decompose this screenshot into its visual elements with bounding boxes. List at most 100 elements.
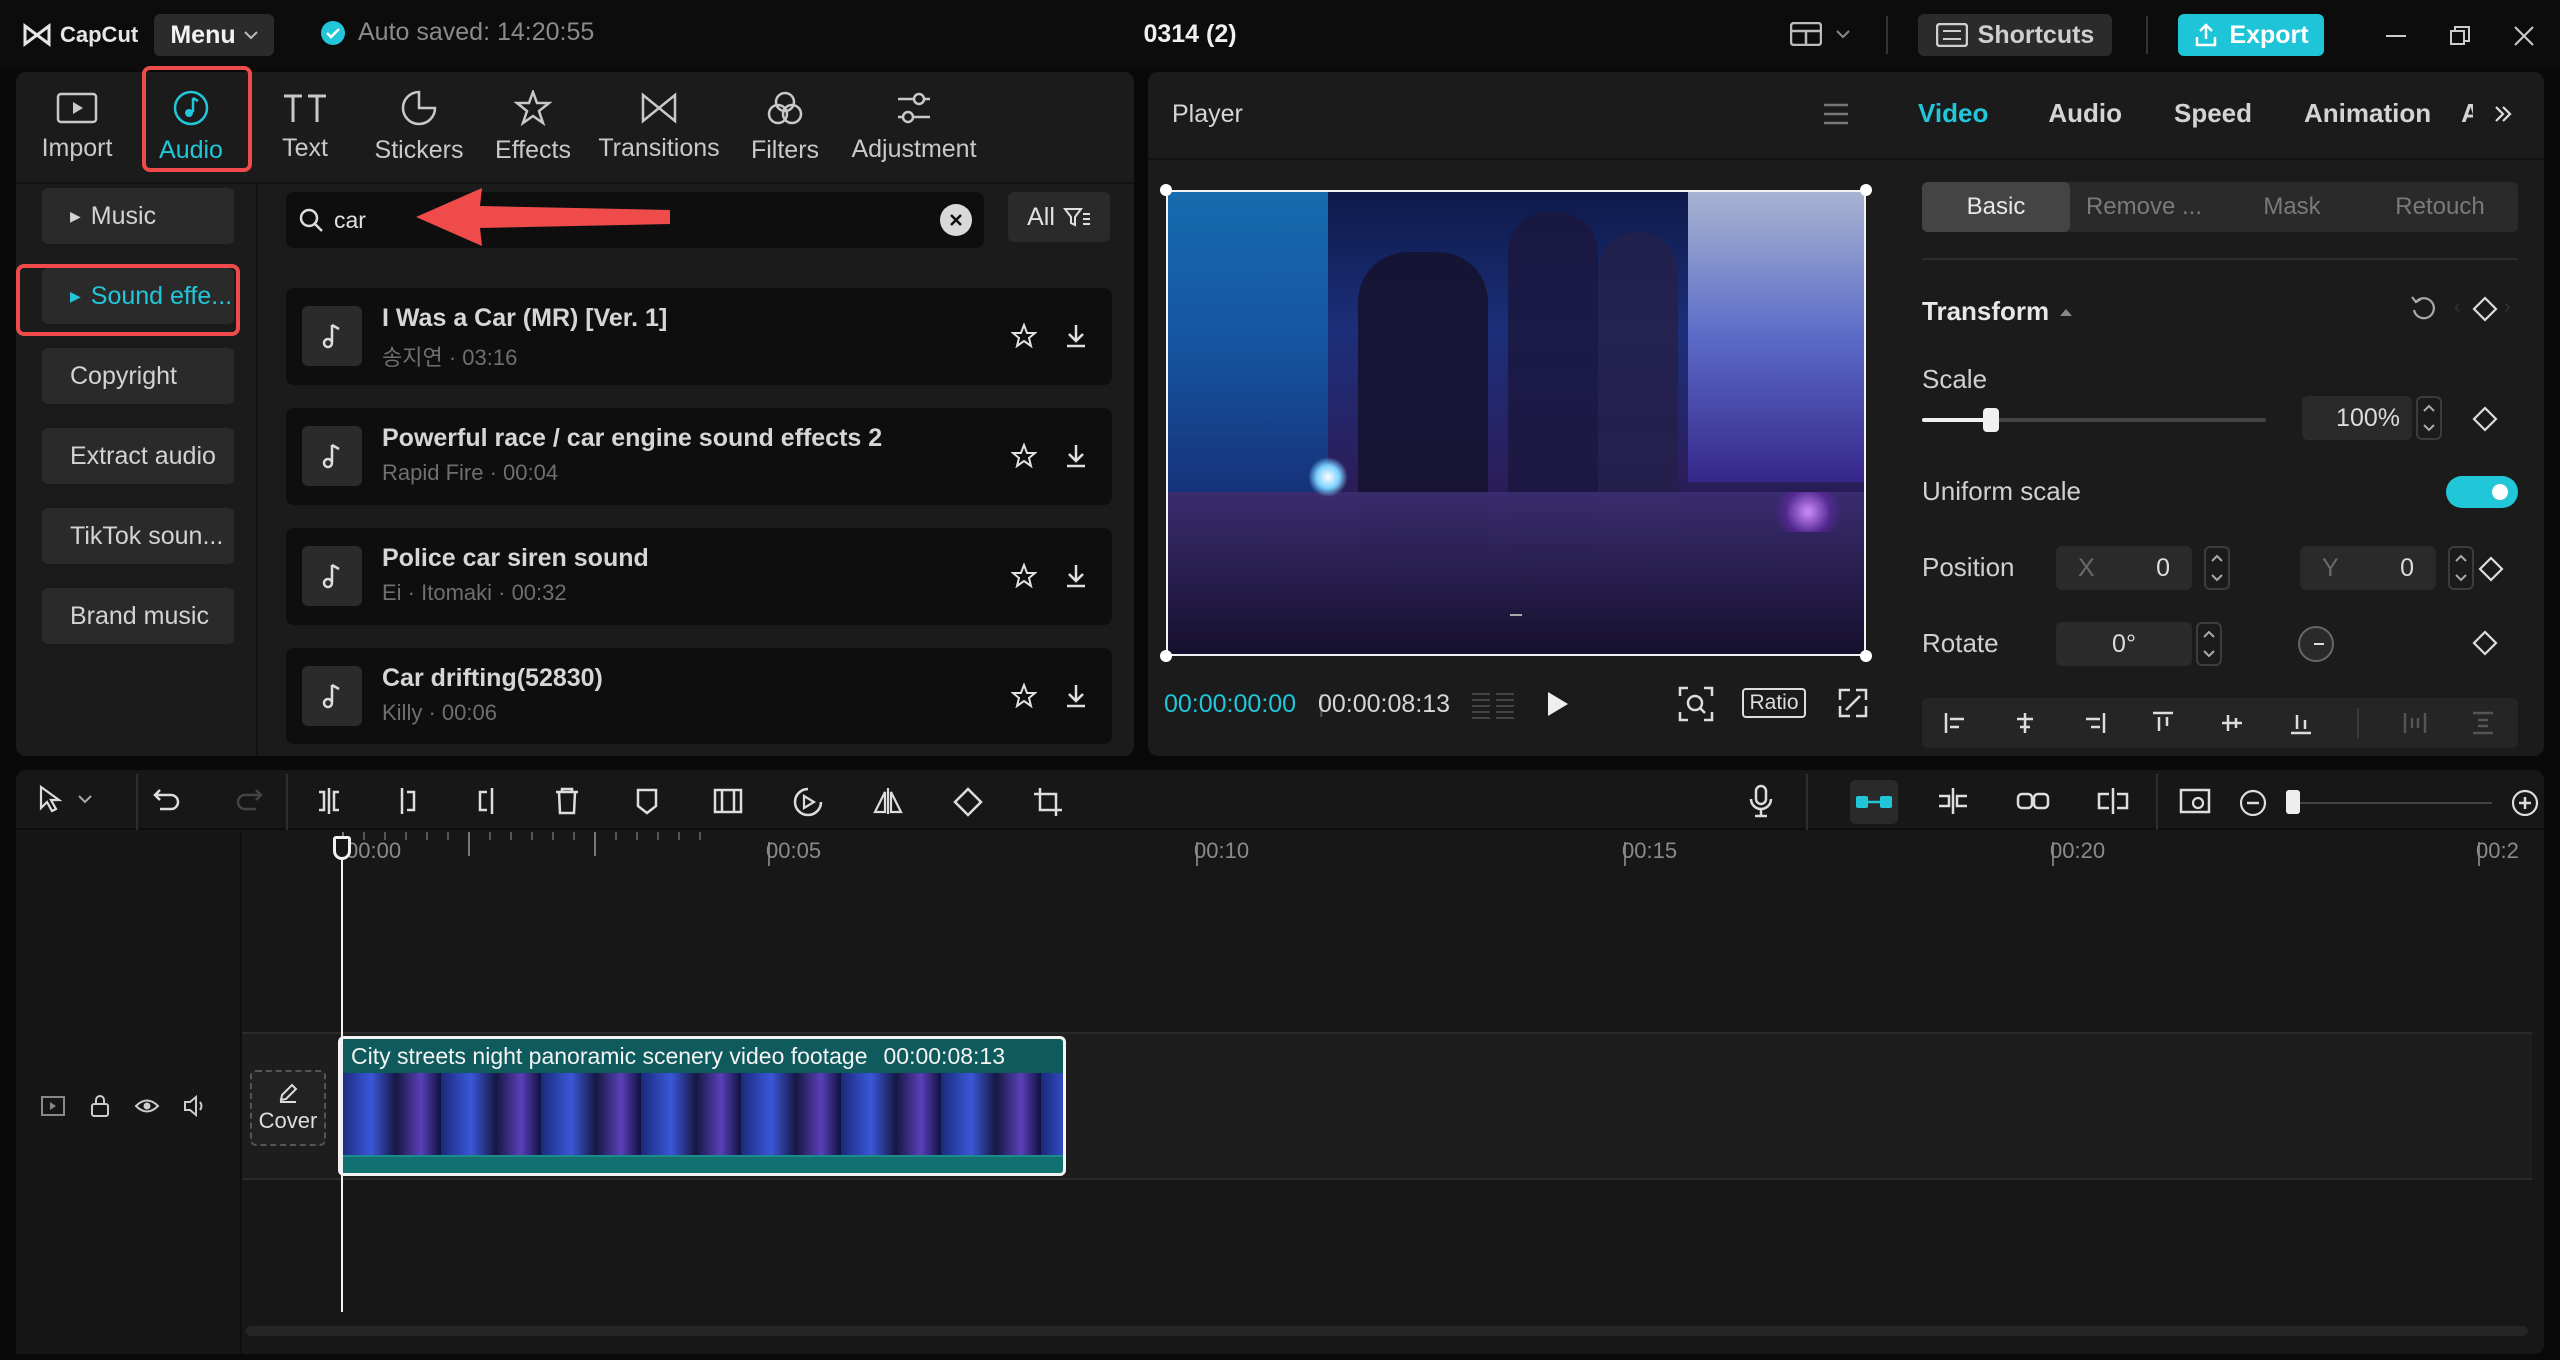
restore-icon[interactable]	[2438, 14, 2482, 58]
minimize-icon[interactable]	[2374, 14, 2418, 58]
rotate-dial[interactable]	[2298, 626, 2334, 662]
subtab-remove[interactable]: Remove ...	[2070, 193, 2218, 221]
subtab-retouch[interactable]: Retouch	[2366, 193, 2514, 221]
keyframe-diamond-icon[interactable]	[2472, 296, 2498, 322]
position-y-stepper[interactable]	[2448, 546, 2474, 590]
keyframe-diamond-icon[interactable]	[2472, 630, 2498, 656]
hamburger-menu-icon[interactable]	[1822, 102, 1850, 126]
keyframe-diamond-icon[interactable]	[2472, 406, 2498, 432]
waveform-view-icon[interactable]	[1470, 690, 1516, 722]
tab-video[interactable]: Video	[1918, 98, 1988, 129]
resize-handle[interactable]	[1860, 650, 1872, 662]
playhead[interactable]	[341, 838, 343, 1312]
favorite-star-icon[interactable]	[1002, 434, 1046, 478]
tab-adjustment[interactable]: Adjustment	[844, 72, 984, 182]
rotate-stepper[interactable]	[2196, 622, 2222, 666]
menu-button[interactable]: Menu	[154, 14, 274, 56]
delete-icon[interactable]	[552, 786, 582, 816]
favorite-star-icon[interactable]	[1002, 674, 1046, 718]
tab-audio[interactable]: Audio	[2048, 98, 2122, 129]
distribute-horizontal-icon[interactable]	[2402, 710, 2428, 736]
scale-value-field[interactable]: 100%	[2302, 396, 2412, 440]
rotate-handle[interactable]	[1510, 614, 1522, 616]
align-center-vertical-icon[interactable]	[2219, 710, 2245, 736]
sidebar-item-copyright[interactable]: Copyright	[42, 348, 234, 404]
link-icon[interactable]	[2016, 788, 2050, 814]
resize-handle[interactable]	[1860, 184, 1872, 196]
main-track-magnet-button[interactable]	[1850, 780, 1898, 824]
freeze-frame-icon[interactable]	[712, 786, 744, 816]
rotate-value-field[interactable]: 0°	[2056, 622, 2192, 666]
list-item[interactable]: Powerful race / car engine sound effects…	[286, 408, 1112, 505]
clear-search-icon[interactable]	[940, 204, 972, 236]
tab-speed[interactable]: Speed	[2174, 98, 2252, 129]
play-icon[interactable]	[1544, 690, 1570, 718]
speed-icon[interactable]	[792, 786, 824, 818]
mirror-icon[interactable]	[872, 786, 904, 816]
zoom-slider-knob[interactable]	[2286, 790, 2300, 814]
zoom-out-icon[interactable]	[2238, 788, 2268, 818]
align-center-horizontal-icon[interactable]	[2012, 710, 2038, 736]
scale-stepper[interactable]	[2416, 396, 2442, 440]
subtab-basic[interactable]: Basic	[1922, 182, 2070, 232]
uniform-scale-toggle[interactable]	[2446, 476, 2518, 508]
microphone-icon[interactable]	[1748, 784, 1774, 818]
video-track-icon[interactable]	[40, 1094, 66, 1118]
video-preview[interactable]	[1166, 190, 1866, 656]
download-icon[interactable]	[1054, 314, 1098, 358]
export-button[interactable]: Export	[2178, 14, 2324, 56]
position-x-stepper[interactable]	[2204, 546, 2230, 590]
cover-button[interactable]: Cover	[250, 1070, 326, 1146]
tab-animation[interactable]: Animation	[2304, 98, 2431, 129]
speaker-icon[interactable]	[182, 1094, 208, 1118]
split-icon[interactable]	[314, 786, 344, 816]
favorite-star-icon[interactable]	[1002, 314, 1046, 358]
playhead-handle[interactable]	[333, 836, 351, 860]
fullscreen-icon[interactable]	[1838, 688, 1868, 718]
next-keyframe-icon[interactable]: ›	[2504, 296, 2511, 319]
list-item[interactable]: Police car siren sound Ei · Itomaki · 00…	[286, 528, 1112, 625]
undo-icon[interactable]	[152, 786, 182, 816]
sidebar-item-tiktok-sounds[interactable]: TikTok soun...	[42, 508, 234, 564]
filter-dropdown[interactable]: All	[1008, 192, 1110, 242]
subtab-mask[interactable]: Mask	[2218, 193, 2366, 221]
download-icon[interactable]	[1054, 554, 1098, 598]
auto-snap-icon[interactable]	[1936, 786, 1970, 816]
tab-import[interactable]: Import	[22, 72, 132, 182]
crop-icon[interactable]	[1032, 786, 1064, 818]
select-tool[interactable]	[38, 784, 92, 814]
preview-axis-icon[interactable]	[2178, 786, 2212, 816]
search-input[interactable]: car	[334, 207, 366, 234]
timeline-scrollbar[interactable]	[246, 1326, 2528, 1336]
eye-icon[interactable]	[134, 1095, 160, 1117]
position-x-field[interactable]: X 0	[2056, 546, 2192, 590]
align-bottom-icon[interactable]	[2288, 710, 2314, 736]
shortcuts-button[interactable]: Shortcuts	[1918, 14, 2112, 56]
resize-handle[interactable]	[1160, 650, 1172, 662]
fit-screen-icon[interactable]	[1678, 686, 1714, 722]
reset-icon[interactable]	[2410, 294, 2438, 322]
ratio-button[interactable]: Ratio	[1742, 688, 1806, 718]
rotate-icon[interactable]	[952, 786, 984, 818]
split-right-icon[interactable]	[472, 786, 502, 816]
sidebar-item-extract-audio[interactable]: Extract audio	[42, 428, 234, 484]
tab-transitions[interactable]: Transitions	[592, 72, 726, 182]
tab-stickers[interactable]: Stickers	[364, 72, 474, 182]
split-audio-icon[interactable]	[2096, 786, 2130, 816]
marker-icon[interactable]	[632, 786, 662, 816]
align-left-icon[interactable]	[1943, 710, 1969, 736]
redo-icon[interactable]	[234, 786, 264, 816]
scale-slider[interactable]	[1922, 408, 2266, 432]
layout-toggle[interactable]	[1790, 22, 1850, 46]
download-icon[interactable]	[1054, 674, 1098, 718]
prev-keyframe-icon[interactable]: ‹	[2454, 296, 2461, 319]
transform-header[interactable]: Transform	[1922, 296, 2073, 327]
tab-effects[interactable]: Effects	[478, 72, 588, 182]
distribute-vertical-icon[interactable]	[2470, 710, 2496, 736]
favorite-star-icon[interactable]	[1002, 554, 1046, 598]
download-icon[interactable]	[1054, 434, 1098, 478]
list-item[interactable]: Car drifting(52830) Killy · 00:06	[286, 648, 1112, 744]
scale-slider-knob[interactable]	[1982, 408, 1999, 432]
sidebar-item-music[interactable]: ▶ Music	[42, 188, 234, 244]
resize-handle[interactable]	[1160, 184, 1172, 196]
